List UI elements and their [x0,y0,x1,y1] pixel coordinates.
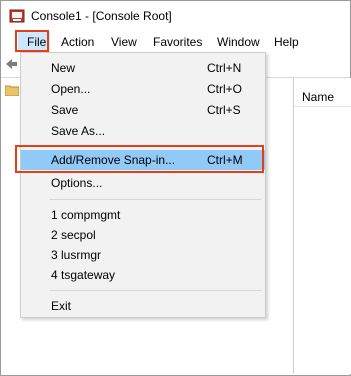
file-dropdown-menu: New Ctrl+N Open... Ctrl+O Save Ctrl+S Sa… [20,52,266,318]
file-menu-callout [15,30,49,52]
menu-item-label: Save [51,103,79,117]
name-column-label: Name [302,90,335,104]
menu-item-recent-1[interactable]: 1 compmgmt [21,205,265,225]
menu-item-recent-2[interactable]: 2 secpol [21,225,265,245]
menu-item-recent-4[interactable]: 4 tsgateway [21,265,265,285]
menu-separator [49,199,261,200]
name-column-header[interactable]: Name [294,78,351,107]
menu-item-label: New [51,61,76,75]
menu-item-recent-3[interactable]: 3 lusrmgr [21,245,265,265]
window-title: Console1 - [Console Root] [31,9,172,23]
menu-item-label: 4 tsgateway [51,268,116,282]
menu-item-shortcut: Ctrl+O [207,82,243,96]
menu-favorites[interactable]: Favorites [153,34,202,50]
menu-item-save-as[interactable]: Save As... [21,121,265,141]
menu-bar: File Action View Favorites Window Help [1,31,350,53]
menu-item-shortcut: Ctrl+N [207,61,242,75]
menu-item-label: Exit [51,299,72,313]
menu-view[interactable]: View [111,34,137,50]
results-pane: Name [293,78,351,374]
menu-item-exit[interactable]: Exit [21,296,265,316]
add-remove-snap-in-callout [15,145,264,173]
menu-item-label: Save As... [51,124,106,138]
menu-action[interactable]: Action [61,34,94,50]
menu-help[interactable]: Help [274,34,299,50]
menu-item-label: Open... [51,82,91,96]
back-arrow-icon[interactable] [4,57,18,71]
menu-item-shortcut: Ctrl+S [207,103,241,117]
menu-item-save[interactable]: Save Ctrl+S [21,100,265,120]
menu-item-label: 1 compmgmt [51,208,121,222]
menu-item-label: 2 secpol [51,228,96,242]
folder-icon [5,85,19,96]
menu-separator [49,290,261,291]
menu-item-label: 3 lusrmgr [51,248,102,262]
title-bar: Console1 - [Console Root] [1,1,350,31]
menu-item-options[interactable]: Options... [21,173,265,193]
menu-item-open[interactable]: Open... Ctrl+O [21,79,265,99]
mmc-console-icon [9,9,25,23]
menu-item-label: Options... [51,176,103,190]
menu-item-new[interactable]: New Ctrl+N [21,58,265,78]
menu-window[interactable]: Window [217,34,260,50]
